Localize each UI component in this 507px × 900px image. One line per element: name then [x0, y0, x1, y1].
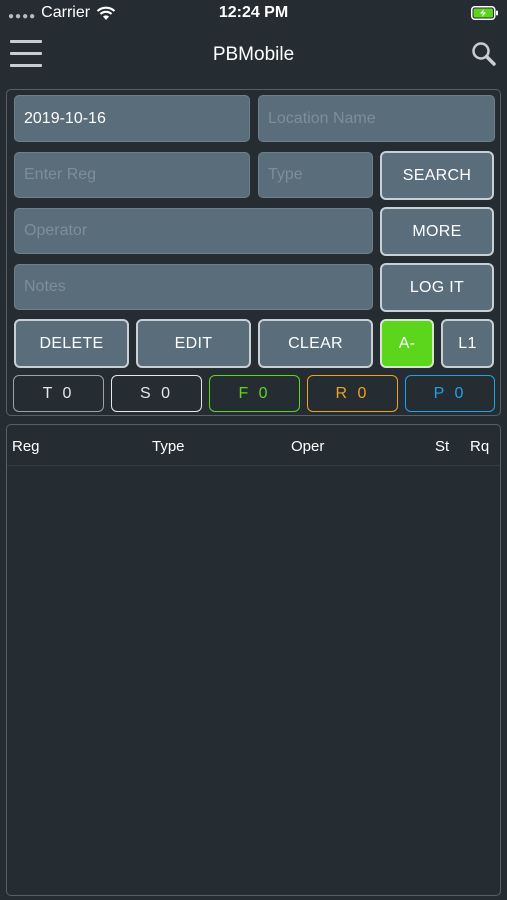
search-icon[interactable] — [471, 40, 497, 68]
edit-button[interactable]: EDIT — [136, 319, 251, 368]
l1-button[interactable]: L1 — [441, 319, 494, 368]
f-count-button[interactable]: F 0 — [209, 375, 300, 412]
reg-input[interactable]: Enter Reg — [14, 152, 250, 198]
a-minus-button[interactable]: A- — [380, 319, 434, 368]
status-bar: ●●●● Carrier 12:24 PM — [0, 0, 507, 28]
search-button[interactable]: SEARCH — [380, 151, 494, 200]
column-header-reg[interactable]: Reg — [12, 438, 40, 455]
column-header-type[interactable]: Type — [152, 438, 185, 455]
delete-button[interactable]: DELETE — [14, 319, 129, 368]
column-header-st[interactable]: St — [435, 438, 449, 455]
entry-form: 2019-10-16 Location Name Enter Reg Type … — [6, 89, 501, 416]
r-count-button[interactable]: R 0 — [307, 375, 398, 412]
column-header-rq[interactable]: Rq — [470, 438, 489, 455]
s-count-button[interactable]: S 0 — [111, 375, 202, 412]
log-list: Reg Type Oper St Rq — [6, 424, 501, 896]
page-title: PBMobile — [212, 44, 295, 65]
notes-input[interactable]: Notes — [14, 264, 373, 310]
date-field[interactable]: 2019-10-16 — [14, 95, 250, 142]
log-it-button[interactable]: LOG IT — [380, 263, 494, 312]
type-input[interactable]: Type — [258, 152, 373, 198]
table-header: Reg Type Oper St Rq — [7, 425, 500, 466]
nav-bar: PBMobile — [0, 28, 507, 84]
clear-button[interactable]: CLEAR — [258, 319, 373, 368]
column-header-oper[interactable]: Oper — [291, 438, 324, 455]
total-count-button[interactable]: T 0 — [13, 375, 104, 412]
location-name-input[interactable]: Location Name — [258, 95, 495, 142]
more-button[interactable]: MORE — [380, 207, 494, 256]
battery-charging-icon — [471, 6, 498, 20]
operator-input[interactable]: Operator — [14, 208, 373, 254]
p-count-button[interactable]: P 0 — [405, 375, 495, 412]
clock: 12:24 PM — [218, 4, 289, 21]
